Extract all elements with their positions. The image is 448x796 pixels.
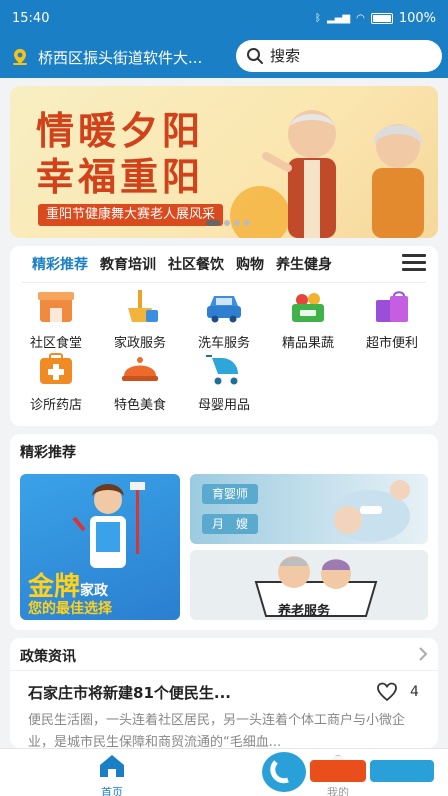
- grandma-illustration: [372, 124, 424, 238]
- like-count: 4: [410, 684, 419, 700]
- promo-slogan: 您的最佳选择: [28, 601, 112, 617]
- service-label: 社区食堂: [29, 336, 82, 351]
- service-item-housekeeping[interactable]: 家政服务: [100, 290, 180, 351]
- service-label: 母婴用品: [197, 398, 250, 413]
- food-cloche-icon: [122, 357, 158, 381]
- fruit-basket-icon: [292, 293, 324, 322]
- promo-housekeeping-card[interactable]: 金牌家政 您的最佳选择: [20, 474, 180, 620]
- tab-community-dining[interactable]: 社区餐饮: [168, 254, 224, 274]
- carousel-dot: [224, 220, 230, 226]
- banner-subtitle: 重阳节健康舞大赛老人展风采: [38, 204, 224, 226]
- status-time: 15:40: [12, 10, 50, 26]
- service-item-fruits[interactable]: 精品果蔬: [268, 290, 348, 351]
- service-label: 超市便利: [365, 336, 418, 351]
- medical-kit-icon: [40, 353, 72, 384]
- tab-featured[interactable]: 精彩推荐: [32, 254, 88, 274]
- carousel-indicator: [206, 220, 250, 226]
- carousel-dot: [244, 220, 250, 226]
- wifi-icon: ◠: [356, 12, 365, 24]
- housekeeper-illustration: [72, 482, 145, 568]
- service-item-food[interactable]: 特色美食: [100, 352, 180, 413]
- category-tabs: 精彩推荐 教育培训 社区餐饮 购物 养生健身: [32, 246, 378, 282]
- carousel-dot: [234, 220, 240, 226]
- header-bar: 桥西区振头街道软件大...: [0, 36, 448, 78]
- signal-icon: ▂▄▆: [327, 12, 351, 24]
- banner-title-line2: 幸福重阳: [36, 154, 205, 199]
- battery-percent: 100%: [398, 10, 436, 26]
- service-label: 洗车服务: [197, 336, 250, 351]
- tab-divider: [22, 282, 426, 283]
- search-icon: [247, 48, 263, 64]
- news-divider: [10, 670, 438, 671]
- tab-wellness[interactable]: 养生健身: [276, 254, 332, 274]
- promo-elderly-care-card[interactable]: 养老服务: [190, 550, 428, 620]
- tag-maternity-matron: 月 嫂: [202, 514, 259, 534]
- service-item-supermarket[interactable]: 超市便利: [352, 290, 432, 351]
- policy-news-section: 政策资讯 石家庄市将新建81个便民生... 4 便民生活圈，一头连着社区居民，另…: [10, 638, 438, 750]
- shopping-bags-icon: [376, 291, 408, 322]
- service-label: 诊所药店: [29, 398, 82, 413]
- search-box[interactable]: [236, 40, 442, 72]
- chevron-right-icon[interactable]: [416, 646, 430, 662]
- location-label[interactable]: 桥西区振头街道软件大...: [38, 47, 222, 68]
- tab-shopping[interactable]: 购物: [236, 254, 264, 274]
- service-item-carwash[interactable]: 洗车服务: [184, 290, 264, 351]
- heart-icon[interactable]: [376, 682, 398, 702]
- category-card: 精彩推荐 教育培训 社区餐饮 购物 养生健身 社区食堂 家政服务 洗车服务 精品…: [10, 246, 438, 426]
- canteen-icon: [38, 292, 74, 322]
- promo-nanny-card[interactable]: 育婴师 月 嫂: [190, 474, 428, 544]
- category-menu-icon[interactable]: [402, 254, 426, 274]
- broom-icon: [128, 290, 158, 322]
- like-control[interactable]: 4: [376, 682, 419, 702]
- elderly-care-label: 养老服务: [278, 604, 331, 619]
- watermark-logo: [262, 752, 438, 792]
- carousel-dot-active: [206, 220, 220, 226]
- service-label: 特色美食: [113, 398, 166, 413]
- status-bar: 15:40 ᛒ ▂▄▆ ◠ 100%: [0, 0, 448, 36]
- section-title: 政策资讯: [20, 649, 76, 665]
- promo-brand-small: 家政: [80, 583, 109, 599]
- battery-icon: [370, 12, 393, 24]
- news-item-title[interactable]: 石家庄市将新建81个便民生...: [28, 682, 231, 703]
- banner-carousel[interactable]: 情暖夕阳 幸福重阳 重阳节健康舞大赛老人展风采: [10, 86, 438, 238]
- bluetooth-icon: ᛒ: [315, 12, 322, 24]
- grandpa-illustration: [262, 110, 336, 238]
- home-icon: [100, 755, 124, 777]
- location-pin-icon: [13, 49, 27, 65]
- service-item-maternity[interactable]: 母婴用品: [184, 352, 264, 413]
- tab-education[interactable]: 教育培训: [100, 254, 156, 274]
- service-item-clinic[interactable]: 诊所药店: [16, 352, 96, 413]
- section-title: 精彩推荐: [20, 445, 76, 461]
- tag-nanny: 育婴师: [202, 484, 259, 504]
- search-input[interactable]: [270, 47, 420, 65]
- car-wash-icon: [207, 296, 241, 323]
- stroller-icon: [206, 355, 238, 385]
- recommend-section: 精彩推荐 金牌家政 您的最佳选择 育婴师 月 嫂 养老服务: [10, 434, 438, 630]
- mother-baby-illustration: [330, 480, 410, 542]
- service-item-canteen[interactable]: 社区食堂: [16, 290, 96, 351]
- tab-home[interactable]: 首页: [72, 753, 152, 796]
- service-label: 精品果蔬: [281, 336, 334, 351]
- status-icons: ᛒ ▂▄▆ ◠ 100%: [315, 11, 436, 26]
- service-label: 家政服务: [113, 336, 166, 351]
- tab-home-label: 首页: [101, 786, 123, 796]
